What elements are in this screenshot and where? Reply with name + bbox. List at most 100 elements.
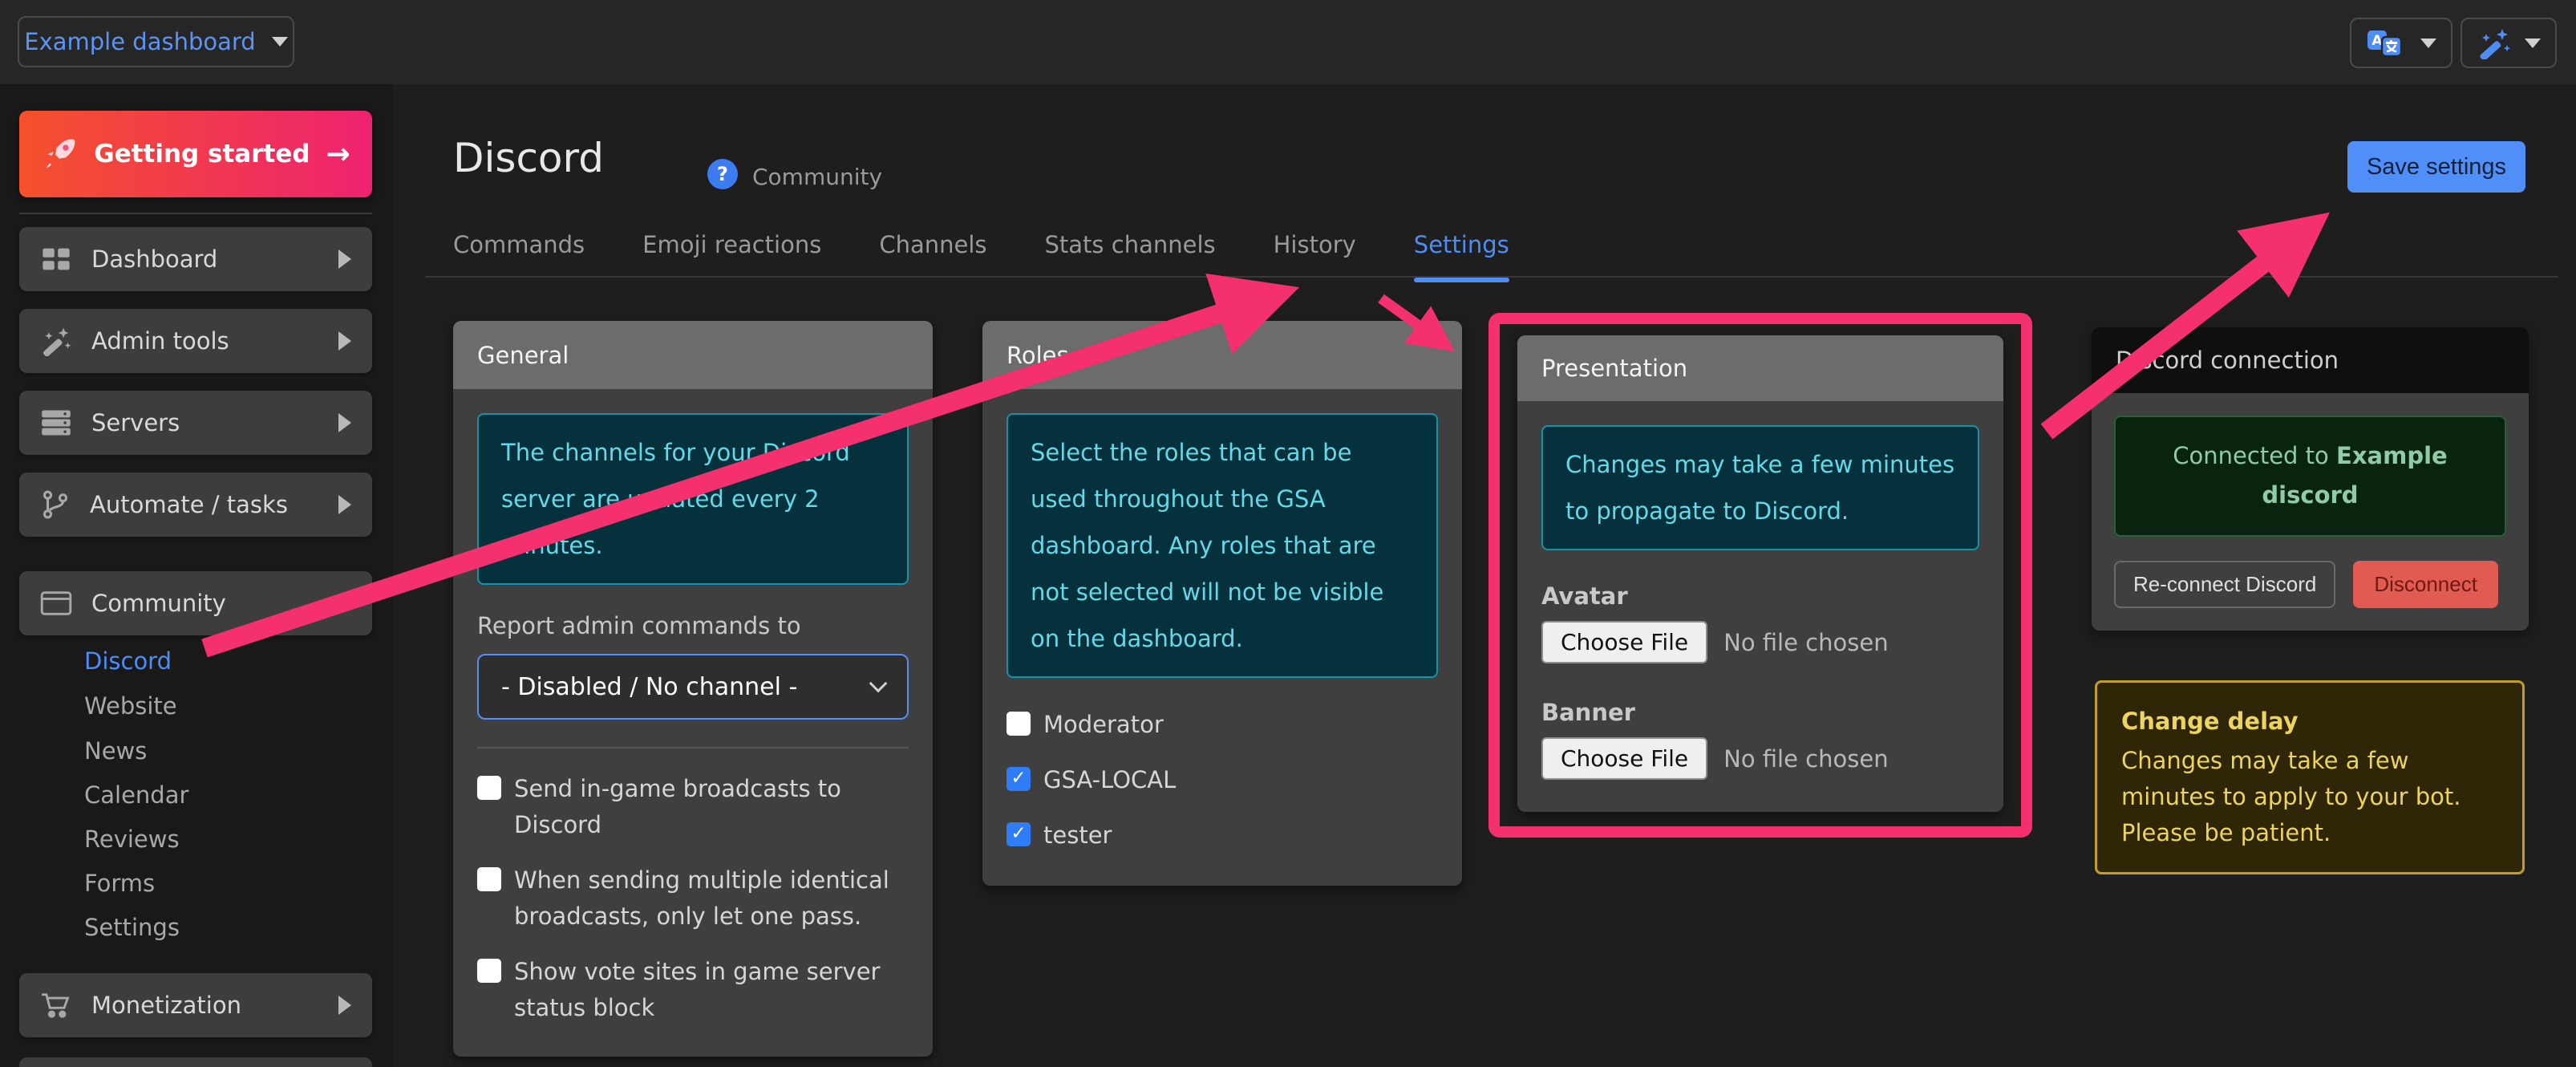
grid-icon bbox=[40, 245, 72, 274]
tab-stats-channels[interactable]: Stats channels bbox=[1045, 231, 1216, 278]
sidebar-item-label: Automate / tasks bbox=[90, 491, 319, 518]
chevron-down-icon bbox=[272, 37, 288, 47]
sidebar-subitem-news[interactable]: News bbox=[84, 737, 147, 765]
dashboard-selector-label: Example dashboard bbox=[24, 28, 255, 55]
banner-label: Banner bbox=[1541, 699, 1979, 726]
checkbox[interactable]: ✓ bbox=[1007, 712, 1031, 736]
sidebar-item-label: Servers bbox=[91, 409, 319, 436]
translate-icon: A bbox=[2366, 28, 2408, 59]
save-settings-button[interactable]: Save settings bbox=[2347, 141, 2525, 193]
sidebar-subitem-settings[interactable]: Settings bbox=[84, 914, 180, 941]
window-icon bbox=[40, 590, 72, 617]
checkbox-label: Show vote sites in game server status bl… bbox=[514, 954, 909, 1026]
tab-commands[interactable]: Commands bbox=[453, 231, 585, 278]
checkbox-role-tester[interactable]: ✓ tester bbox=[1007, 817, 1438, 854]
tab-channels[interactable]: Channels bbox=[879, 231, 986, 278]
rocket-icon bbox=[41, 136, 78, 172]
connection-status-box: Connected to Example discord bbox=[2114, 416, 2506, 537]
checkbox-label: Moderator bbox=[1043, 707, 1164, 743]
general-panel: General The channels for your Discord se… bbox=[453, 321, 933, 1057]
roles-panel: Roles Select the roles that can be used … bbox=[982, 321, 1462, 886]
change-delay-title: Change delay bbox=[2121, 704, 2498, 740]
sidebar-item-monetization[interactable]: Monetization bbox=[19, 973, 372, 1037]
chevron-right-icon bbox=[338, 413, 351, 432]
report-channel-value: - Disabled / No channel - bbox=[501, 673, 872, 701]
tab-history[interactable]: History bbox=[1274, 231, 1356, 278]
chevron-down-icon bbox=[869, 675, 888, 693]
report-channel-select[interactable]: - Disabled / No channel - bbox=[477, 654, 909, 720]
discord-connection-panel: Discord connection Connected to Example … bbox=[2092, 327, 2529, 631]
avatar-file-input[interactable]: Choose File No file chosen bbox=[1541, 621, 1979, 663]
checkbox-label: GSA-LOCAL bbox=[1043, 762, 1176, 798]
sidebar-item-community[interactable]: Community bbox=[19, 571, 372, 635]
checkbox[interactable]: ✓ bbox=[477, 867, 501, 891]
page-subtitle: Community bbox=[752, 164, 882, 190]
sidebar-item-label: Monetization bbox=[91, 992, 319, 1019]
sidebar: Getting started → Dashboard bbox=[0, 84, 393, 1067]
top-bar: Example dashboard A bbox=[0, 0, 2576, 84]
disconnect-button[interactable]: Disconnect bbox=[2353, 561, 2498, 608]
checkbox-send-broadcasts[interactable]: ✓ Send in-game broadcasts to Discord bbox=[477, 771, 909, 843]
reconnect-discord-button[interactable]: Re-connect Discord bbox=[2114, 561, 2335, 608]
checkbox[interactable]: ✓ bbox=[477, 776, 501, 800]
chevron-right-icon bbox=[338, 250, 351, 269]
no-file-text: No file chosen bbox=[1723, 745, 1888, 773]
general-panel-header: General bbox=[453, 321, 933, 389]
checkbox[interactable]: ✓ bbox=[477, 959, 501, 983]
no-file-text: No file chosen bbox=[1723, 629, 1888, 656]
checkbox[interactable]: ✓ bbox=[1007, 822, 1031, 846]
app-root: Example dashboard A bbox=[0, 0, 2576, 1067]
sidebar-item-label: Dashboard bbox=[91, 245, 319, 273]
tabs-divider bbox=[425, 276, 2558, 278]
presentation-info-box: Changes may take a few minutes to propag… bbox=[1541, 425, 1979, 550]
connection-status-text: Connected to bbox=[2173, 442, 2336, 469]
presentation-panel: Presentation Changes may take a few minu… bbox=[1517, 335, 2003, 812]
dashboard-selector[interactable]: Example dashboard bbox=[18, 16, 294, 67]
checkbox-vote-sites[interactable]: ✓ Show vote sites in game server status … bbox=[477, 954, 909, 1026]
checkbox[interactable]: ✓ bbox=[1007, 767, 1031, 791]
change-delay-body: Changes may take a few minutes to apply … bbox=[2121, 743, 2498, 851]
sidebar-item-automate-tasks[interactable]: Automate / tasks bbox=[19, 473, 372, 537]
help-icon[interactable]: ? bbox=[707, 159, 738, 189]
sidebar-divider bbox=[19, 213, 372, 214]
sidebar-subitem-calendar[interactable]: Calendar bbox=[84, 781, 188, 809]
cart-icon bbox=[40, 991, 72, 1020]
tools-menu-button[interactable] bbox=[2461, 18, 2557, 68]
discord-connection-header: Discord connection bbox=[2092, 327, 2529, 393]
sidebar-item-label: Community bbox=[91, 590, 313, 617]
server-icon bbox=[40, 408, 72, 437]
tab-settings[interactable]: Settings bbox=[1414, 231, 1509, 278]
chevron-right-icon bbox=[338, 495, 351, 514]
choose-file-button[interactable]: Choose File bbox=[1541, 737, 1707, 780]
getting-started-label: Getting started bbox=[94, 140, 310, 168]
getting-started-button[interactable]: Getting started → bbox=[19, 111, 372, 197]
choose-file-button[interactable]: Choose File bbox=[1541, 621, 1707, 663]
presentation-panel-header: Presentation bbox=[1517, 335, 2003, 401]
checkbox-role-moderator[interactable]: ✓ Moderator bbox=[1007, 707, 1438, 743]
sidebar-item-partial[interactable] bbox=[19, 1057, 372, 1067]
roles-panel-header: Roles bbox=[982, 321, 1462, 389]
chevron-down-icon bbox=[2420, 39, 2436, 48]
sidebar-item-admin-tools[interactable]: Admin tools bbox=[19, 309, 372, 373]
page-title: Discord bbox=[453, 135, 604, 181]
check-icon: ✓ bbox=[1011, 769, 1026, 788]
branch-icon bbox=[40, 489, 71, 520]
checkbox-identical-broadcasts[interactable]: ✓ When sending multiple identical broadc… bbox=[477, 862, 909, 935]
checkbox-label: Send in-game broadcasts to Discord bbox=[514, 771, 909, 843]
tab-emoji-reactions[interactable]: Emoji reactions bbox=[642, 231, 821, 278]
sidebar-item-dashboard[interactable]: Dashboard bbox=[19, 227, 372, 291]
banner-file-input[interactable]: Choose File No file chosen bbox=[1541, 737, 1979, 780]
sidebar-item-servers[interactable]: Servers bbox=[19, 391, 372, 455]
roles-info-box: Select the roles that can be used throug… bbox=[1007, 413, 1438, 678]
sidebar-subitem-website[interactable]: Website bbox=[84, 692, 177, 720]
sidebar-subitem-discord[interactable]: Discord bbox=[84, 647, 172, 675]
language-menu-button[interactable]: A bbox=[2350, 18, 2452, 68]
chevron-down-icon bbox=[2525, 39, 2541, 48]
sidebar-subitem-reviews[interactable]: Reviews bbox=[84, 826, 180, 853]
checkbox-label: When sending multiple identical broadcas… bbox=[514, 862, 909, 935]
report-admin-label: Report admin commands to bbox=[477, 612, 909, 639]
sidebar-subitem-forms[interactable]: Forms bbox=[84, 870, 155, 897]
magic-wand-icon bbox=[40, 326, 72, 356]
chevron-down-icon bbox=[332, 597, 351, 610]
checkbox-role-gsa-local[interactable]: ✓ GSA-LOCAL bbox=[1007, 762, 1438, 798]
